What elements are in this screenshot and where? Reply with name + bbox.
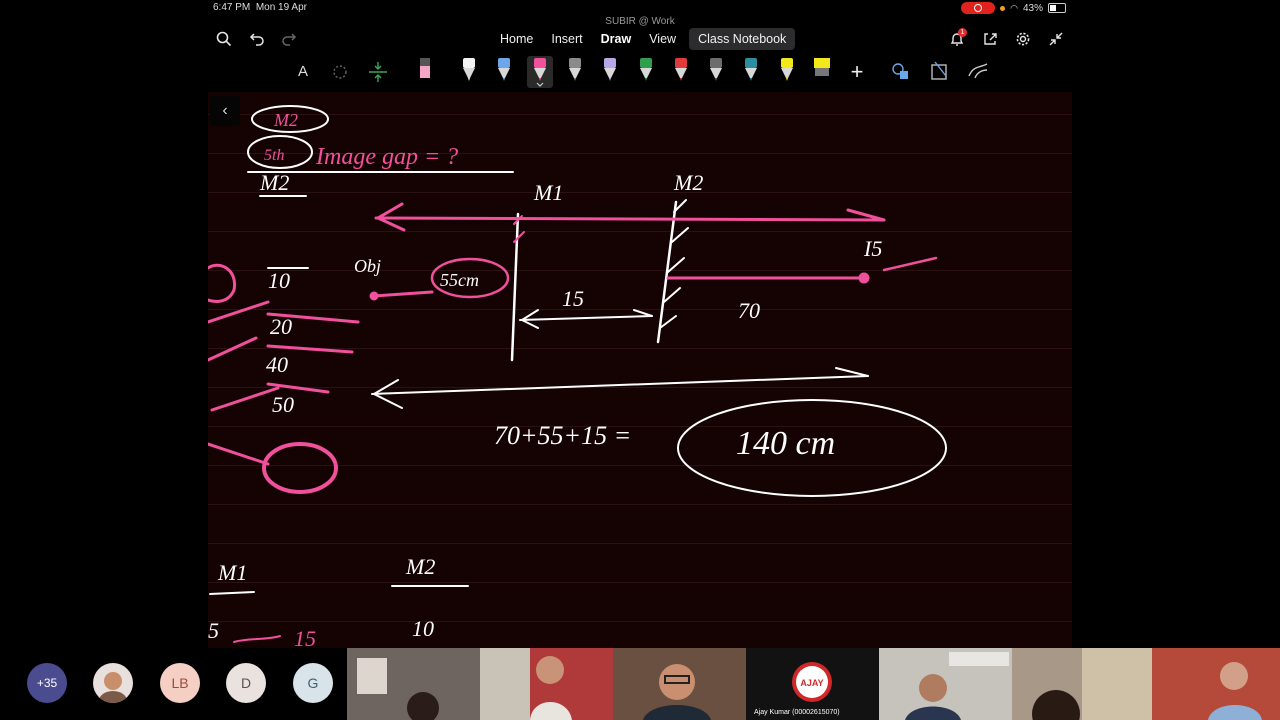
search-icon[interactable] (213, 28, 235, 50)
lasso-icon[interactable] (327, 56, 353, 88)
ink-text: 70+55+15 = (494, 421, 631, 450)
collapse-icon[interactable] (1045, 28, 1067, 50)
battery-icon (1048, 3, 1066, 13)
pen-icon[interactable] (491, 56, 517, 88)
video-tile[interactable]: AJAY Ajay Kumar (00002615070) (746, 648, 879, 720)
ink-text: M2 (673, 170, 703, 195)
ink-text: I5 (863, 236, 882, 261)
gear-icon[interactable] (1012, 28, 1034, 50)
tab-home[interactable]: Home (491, 28, 542, 50)
pen-icon[interactable] (668, 56, 694, 88)
eraser-icon[interactable] (412, 56, 438, 88)
ink-text: Obj (354, 256, 381, 276)
avatar-g: G (293, 663, 333, 703)
video-tile[interactable] (879, 648, 1012, 720)
pen-icon[interactable] (703, 56, 729, 88)
ink-to-shape-icon[interactable] (926, 56, 952, 88)
notebook-canvas[interactable]: M2 5th Image gap = ? M2 M1 M2 I5 Obj 55c… (208, 92, 1072, 648)
undo-icon[interactable] (246, 28, 268, 50)
pen-icon[interactable] (456, 56, 482, 88)
top-bar: Home Insert Draw View Class Notebook 1 (208, 24, 1072, 54)
ipad-screen: 6:47 PM Mon 19 Apr ◠ 43% SUBIR @ Work Ho… (208, 0, 1072, 648)
redo-icon[interactable] (278, 28, 300, 50)
pen-icon[interactable] (738, 56, 764, 88)
ink-text: 15 (562, 286, 584, 311)
insert-space-icon[interactable] (365, 56, 391, 88)
pen-icon[interactable] (633, 56, 659, 88)
ink-text: M1 (217, 560, 247, 585)
tab-draw[interactable]: Draw (592, 28, 641, 50)
ink-text: 40 (266, 352, 288, 377)
pen-icon[interactable] (597, 56, 623, 88)
avatar-lb: LB (160, 663, 200, 703)
status-time: 6:47 PM Mon 19 Apr (213, 2, 307, 13)
ink-text: M2 (259, 170, 289, 195)
ink-text: M1 (533, 180, 563, 205)
ribbon-tabs: Home Insert Draw View Class Notebook (491, 28, 796, 50)
share-icon[interactable] (979, 28, 1001, 50)
highlighter-icon[interactable] (809, 56, 835, 88)
participant-strip: +35 LB D G AJAY Ajay Kumar (00002615070) (0, 648, 1280, 720)
ink-text: 5 (208, 618, 219, 643)
video-tile[interactable] (1012, 648, 1280, 720)
ink-text: 20 (270, 314, 292, 339)
add-pen-icon[interactable]: + (844, 56, 870, 88)
pen-icon[interactable] (562, 56, 588, 88)
ink-text: M2 (273, 110, 298, 130)
text-tool[interactable]: A (290, 56, 316, 88)
ink-text: M2 (405, 554, 435, 579)
pen-icon[interactable] (526, 56, 553, 88)
tab-view[interactable]: View (640, 28, 685, 50)
avatar (93, 663, 133, 703)
video-tile[interactable] (613, 648, 746, 720)
tab-class-notebook[interactable]: Class Notebook (689, 28, 796, 50)
ink-text: 5th (264, 147, 284, 164)
mic-indicator-icon (1000, 5, 1006, 11)
wifi-icon: ◠ (1010, 2, 1018, 13)
ink-drawing: M2 5th Image gap = ? M2 M1 M2 I5 Obj 55c… (208, 105, 947, 648)
status-bar: 6:47 PM Mon 19 Apr ◠ 43% (208, 0, 1072, 16)
back-chevron-icon[interactable]: ‹ (210, 96, 240, 126)
ink-text: 140 cm (736, 425, 835, 462)
shapes-icon[interactable] (888, 56, 914, 88)
ink-text: Image gap = ? (315, 144, 458, 170)
bell-icon[interactable]: 1 (946, 28, 968, 50)
ink-text: 50 (272, 392, 294, 417)
ink-text: 10 (412, 616, 434, 641)
notification-badge: 1 (958, 28, 967, 37)
video-tile[interactable] (347, 648, 480, 720)
draw-toolbar: A + (208, 56, 1072, 90)
participant-name: Ajay Kumar (00002615070) (754, 709, 840, 716)
screen-record-icon (961, 2, 996, 14)
ink-replay-icon[interactable] (965, 56, 991, 88)
avatar-d: D (226, 663, 266, 703)
tab-insert[interactable]: Insert (542, 28, 591, 50)
video-tile[interactable] (480, 648, 613, 720)
more-participants-button[interactable]: +35 (27, 663, 67, 703)
battery-text: 43% (1022, 2, 1043, 14)
ink-text: 70 (738, 298, 760, 323)
ajay-logo: AJAY (800, 678, 824, 688)
pen-icon[interactable] (774, 56, 800, 88)
ink-text: 55cm (440, 270, 479, 290)
ink-text: 10 (268, 268, 290, 293)
ink-text: 15 (294, 626, 316, 648)
